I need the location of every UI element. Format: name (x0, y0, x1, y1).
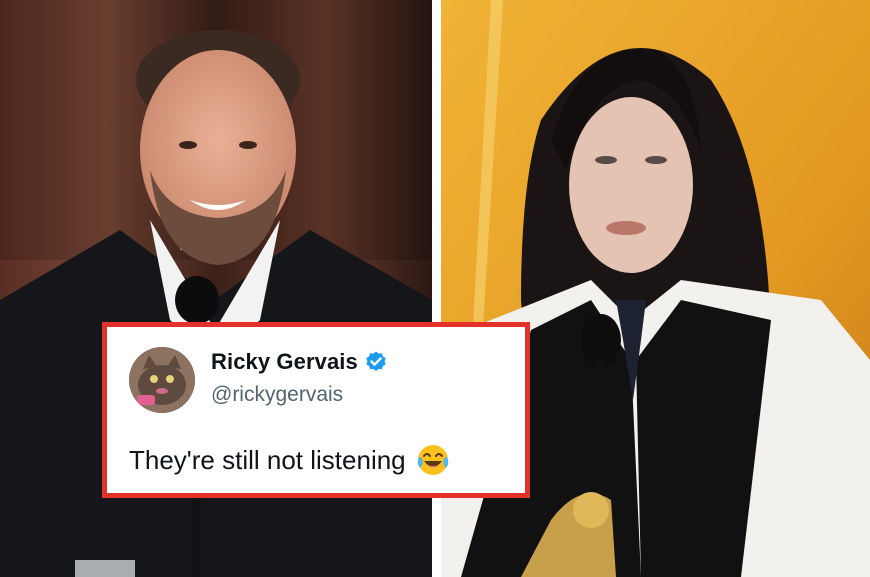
tweet-body: They're still not listening (129, 443, 450, 477)
tweet-card: Ricky Gervais @rickygervais They're stil… (102, 322, 530, 498)
handle[interactable]: @rickygervais (211, 383, 343, 407)
name-row: Ricky Gervais (211, 349, 388, 375)
verified-badge-icon (364, 350, 388, 374)
avatar[interactable] (129, 347, 195, 413)
display-name[interactable]: Ricky Gervais (211, 349, 358, 375)
face-with-tears-of-joy-icon (416, 443, 450, 477)
tweet-text: They're still not listening (129, 444, 406, 475)
